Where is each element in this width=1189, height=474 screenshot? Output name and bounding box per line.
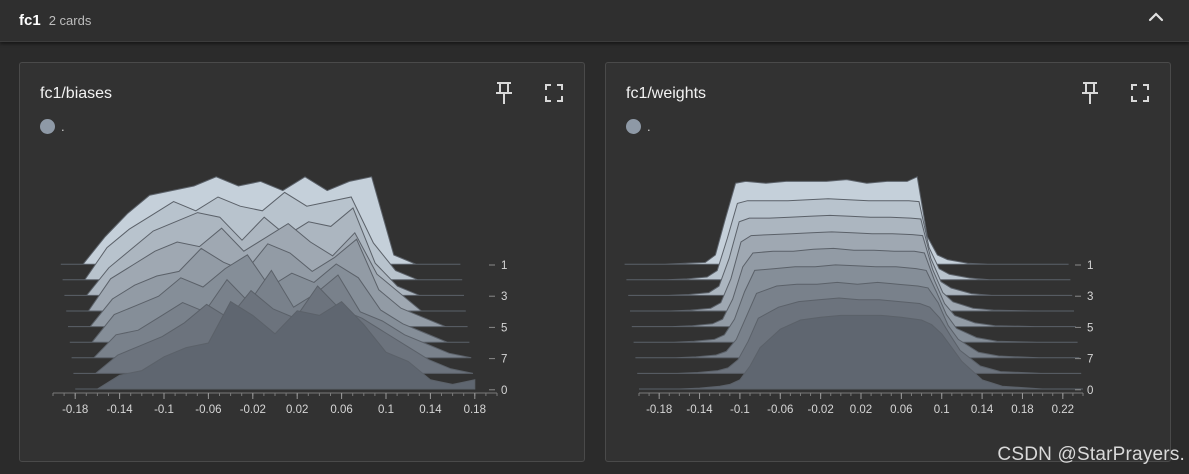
step-axis-tick-label: 3	[501, 291, 507, 303]
x-axis-tick-label: 0.22	[1052, 404, 1074, 416]
x-axis-tick-label: 0.18	[464, 404, 486, 416]
x-axis-tick-label: -0.18	[62, 404, 88, 416]
collapse-button[interactable]	[1145, 8, 1167, 26]
x-axis-tick-label: -0.14	[686, 404, 713, 416]
step-axis-tick-label: 1	[501, 260, 507, 272]
ridgeline-chart: -0.18 -0.14 -0.1 -0.06 -0.02 0.02 0.06 0.1 0.14 0…	[52, 176, 507, 416]
x-axis-tick-label: 0.02	[850, 404, 872, 416]
x-axis-tick-label: -0.02	[240, 404, 266, 416]
x-axis-tick-label: 0.06	[330, 404, 352, 416]
x-axis-tick-label: 0.1	[934, 404, 950, 416]
step-axis-tick-label: 5	[1087, 322, 1093, 334]
x-axis-tick-label: -0.14	[106, 404, 133, 416]
step-axis-tick-label: 0	[1087, 385, 1093, 397]
step-axis-tick-label: 7	[1087, 354, 1093, 366]
x-axis-tick-label: -0.18	[646, 404, 672, 416]
histogram-card-biases: fc1/biases . -0.18 -0.14 -0.1 -0.06 -0.02 0.0…	[19, 62, 585, 462]
x-axis-tick-label: 0.1	[378, 404, 394, 416]
ridgeline-chart: -0.18 -0.14 -0.1 -0.06 -0.02 0.02 0.06 0.1 0.14 0…	[624, 176, 1093, 416]
x-axis-tick-label: 0.14	[419, 404, 442, 416]
x-axis-tick-label: -0.1	[730, 404, 750, 416]
x-axis-tick-label: -0.02	[808, 404, 834, 416]
x-axis-tick-label: -0.06	[767, 404, 793, 416]
step-axis-tick-label: 0	[501, 385, 507, 397]
x-axis-tick-label: -0.06	[195, 404, 221, 416]
x-axis-tick-label: 0.06	[890, 404, 912, 416]
group-title: fc1	[19, 12, 41, 29]
x-axis-tick-label: 0.18	[1011, 404, 1033, 416]
chevron-up-icon	[1148, 12, 1164, 22]
step-axis-tick-label: 5	[501, 322, 507, 334]
group-header[interactable]: fc1 2 cards	[0, 0, 1189, 42]
step-axis-tick-label: 3	[1087, 291, 1093, 303]
x-axis-tick-label: 0.02	[286, 404, 308, 416]
step-axis-tick-label: 1	[1087, 260, 1093, 272]
histogram-card-weights: fc1/weights . -0.18 -0.14 -0.1 -0.06 -0.02 0.…	[605, 62, 1171, 462]
step-axis-tick-label: 7	[501, 354, 507, 366]
group-card-count: 2 cards	[48, 13, 92, 28]
watermark: CSDN @StarPrayers.	[997, 444, 1185, 465]
x-axis-tick-label: -0.1	[154, 404, 174, 416]
x-axis-tick-label: 0.14	[971, 404, 994, 416]
